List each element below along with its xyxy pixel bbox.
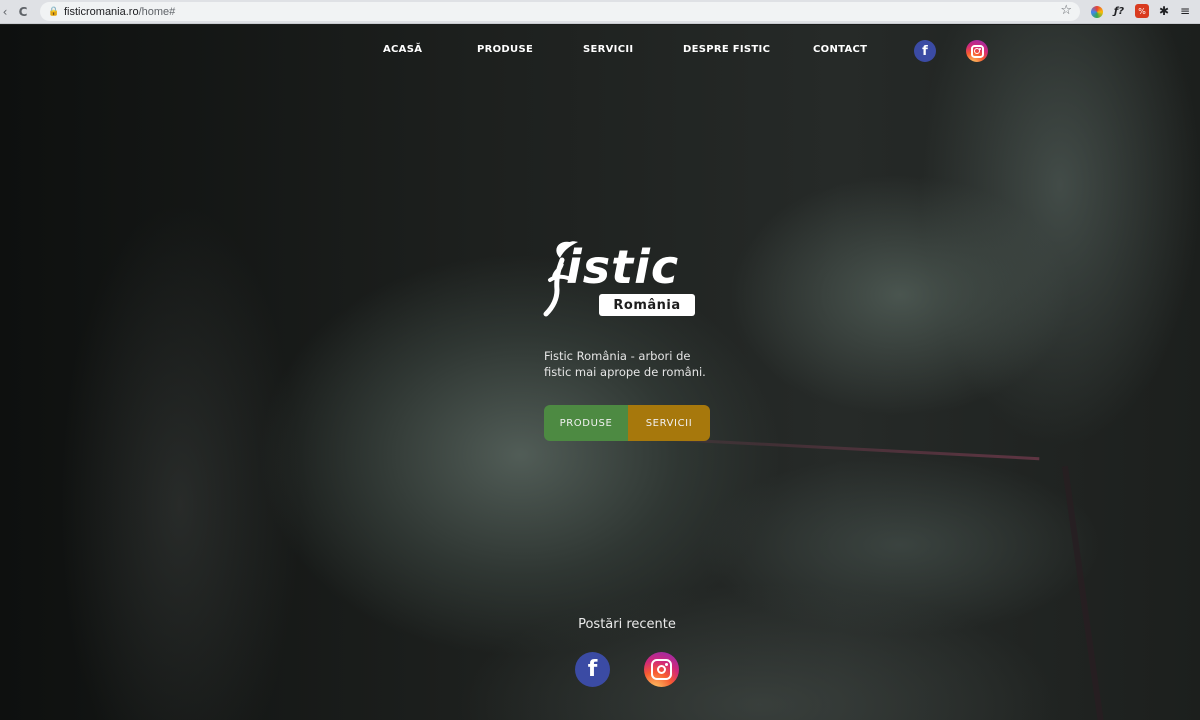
nav-item-despre-fistic[interactable]: DESPRE FISTIC [683,44,770,55]
produse-button[interactable]: PRODUSE [544,405,628,441]
lock-icon: 🔒 [48,6,60,17]
instagram-icon[interactable] [966,40,988,62]
reload-icon[interactable]: C [14,3,32,21]
servicii-button[interactable]: SERVICII [628,405,710,441]
color-extension-icon[interactable] [1091,6,1103,18]
facebook-icon[interactable]: f [575,652,610,687]
logo-wordmark: istic [566,240,680,294]
address-bar[interactable]: 🔒 fisticromania.ro/home# ☆ [40,2,1080,21]
recent-posts-title: Postări recente [578,617,676,632]
nav-item-acasa[interactable]: ACASĂ [383,44,422,55]
logo-badge: România [599,294,695,316]
hero-button-group: PRODUSE SERVICII [544,405,710,441]
red-extension-icon[interactable]: % [1135,4,1149,18]
url-text: fisticromania.ro/home# [64,5,176,18]
stem-decoration [1061,465,1105,720]
browser-toolbar: ‹ C 🔒 fisticromania.ro/home# ☆ ƒ? % ✱ ≡ [0,0,1200,24]
instagram-icon[interactable] [644,652,679,687]
bookmark-star-icon[interactable]: ☆ [1060,3,1072,18]
nav-item-produse[interactable]: PRODUSE [477,44,533,55]
fistic-romania-logo: istic România [540,236,720,320]
puzzle-extension-icon[interactable]: ✱ [1157,4,1171,18]
hero-tagline: Fistic România - arbori de fistic mai ap… [544,349,706,379]
nav-item-contact[interactable]: CONTACT [813,44,867,55]
nav-item-servicii[interactable]: SERVICII [583,44,633,55]
main-nav: ACASĂ PRODUSE SERVICII DESPRE FISTIC CON… [0,44,1200,58]
media-control-icon[interactable]: ≡ [1178,4,1192,18]
font-extension-icon[interactable]: ƒ? [1112,4,1126,18]
back-icon[interactable]: ‹ [0,3,10,21]
facebook-icon[interactable]: f [914,40,936,62]
